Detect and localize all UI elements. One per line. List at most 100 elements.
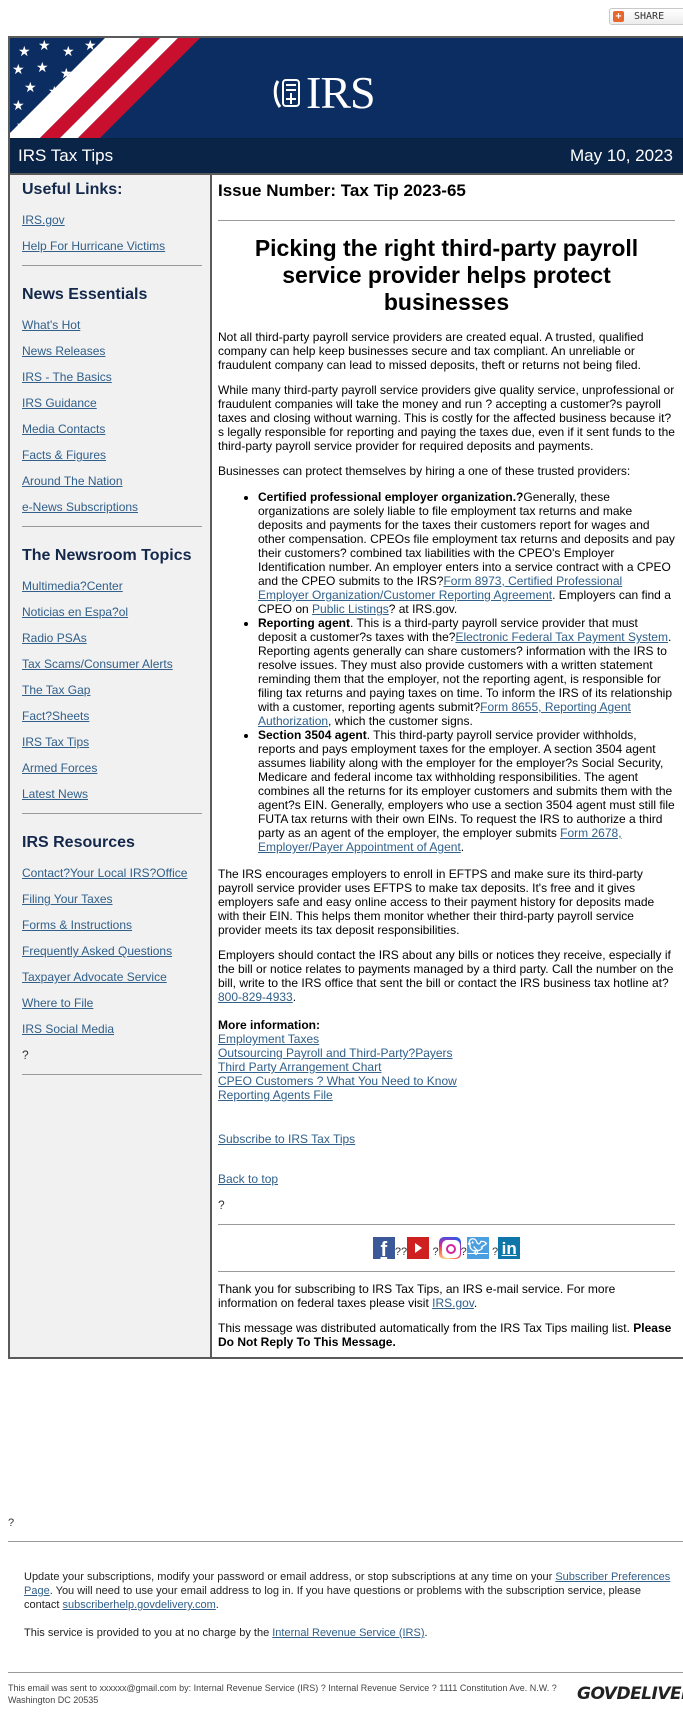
sidebar-link[interactable]: IRS Guidance bbox=[22, 396, 202, 410]
back-to-top-link[interactable]: Back to top bbox=[218, 1172, 278, 1186]
more-info-link[interactable]: CPEO Customers ? What You Need to Know bbox=[218, 1074, 675, 1088]
divider bbox=[8, 1672, 683, 1673]
more-information: More information: Employment Taxes Outso… bbox=[218, 1018, 675, 1102]
irs-link[interactable]: Internal Revenue Service (IRS) bbox=[272, 1627, 424, 1639]
thanks-text: Thank you for subscribing to IRS Tax Tip… bbox=[218, 1282, 616, 1310]
divider bbox=[22, 1074, 202, 1075]
article: Issue Number: Tax Tip 2023-65 Picking th… bbox=[212, 175, 683, 1357]
more-info-link[interactable]: Employment Taxes bbox=[218, 1032, 675, 1046]
article-headline: Picking the right third-party payroll se… bbox=[254, 235, 639, 315]
paragraph-text: This message was distributed automatical… bbox=[218, 1321, 634, 1335]
sidebar-link[interactable]: IRS - The Basics bbox=[22, 370, 202, 384]
svg-text:★: ★ bbox=[36, 60, 49, 76]
paragraph-text: . bbox=[215, 1599, 219, 1611]
more-info-link[interactable]: Reporting Agents File bbox=[218, 1088, 675, 1102]
svg-text:★: ★ bbox=[12, 62, 25, 78]
social-icons: f?? ? ?🐦︎ ? in bbox=[218, 1225, 675, 1271]
subscribe-link[interactable]: Subscribe to IRS Tax Tips bbox=[218, 1132, 355, 1146]
sidebar-link[interactable]: What's Hot bbox=[22, 318, 202, 332]
item-title: Certified professional employer organiza… bbox=[258, 490, 524, 504]
paragraph-text: Employers should contact the IRS about a… bbox=[218, 948, 674, 990]
sidebar-link[interactable]: Radio PSAs bbox=[22, 631, 202, 645]
divider bbox=[218, 220, 675, 221]
svg-text:★: ★ bbox=[84, 38, 97, 54]
item-text: ? at IRS.gov. bbox=[388, 602, 458, 616]
sidebar-link[interactable]: Media Contacts bbox=[22, 422, 202, 436]
sidebar-link[interactable]: Facts & Figures bbox=[22, 448, 202, 462]
separator: ?? bbox=[394, 1246, 408, 1258]
item-title: Section 3504 agent bbox=[258, 728, 367, 742]
paragraph-text: This service is provided to you at no ch… bbox=[24, 1627, 273, 1639]
paragraph-text: Update your subscriptions, modify your p… bbox=[24, 1571, 556, 1583]
sidebar-link[interactable]: IRS.gov bbox=[22, 213, 202, 227]
title-bar: IRS Tax Tips May 10, 2023 bbox=[10, 138, 683, 173]
svg-text:★: ★ bbox=[24, 80, 37, 96]
item-title: Reporting agent bbox=[258, 616, 350, 630]
sidebar-link[interactable]: Filing Your Taxes bbox=[22, 892, 202, 906]
hotline-link[interactable]: 800-829-4933 bbox=[218, 990, 293, 1004]
sidebar-link[interactable]: Multimedia?Center bbox=[22, 579, 202, 593]
paragraph: Not all third-party payroll service prov… bbox=[218, 330, 644, 372]
sidebar-heading-useful-links: Useful Links: bbox=[22, 181, 123, 198]
twitter-icon[interactable]: 🐦︎ bbox=[466, 1237, 489, 1259]
subscription-notice: Update your subscriptions, modify your p… bbox=[24, 1570, 674, 1612]
sidebar-link[interactable]: Around The Nation bbox=[22, 474, 202, 488]
sidebar-link[interactable]: Where to File bbox=[22, 996, 202, 1010]
svg-text:★: ★ bbox=[60, 66, 73, 82]
facebook-icon[interactable]: f bbox=[372, 1237, 395, 1261]
separator: ? bbox=[432, 1246, 439, 1258]
sidebar-link[interactable]: Latest News bbox=[22, 787, 202, 801]
paragraph: The IRS encourages employers to enroll i… bbox=[218, 867, 655, 937]
divider bbox=[22, 265, 202, 266]
sidebar-heading-newsroom-topics: The Newsroom Topics bbox=[22, 547, 192, 564]
youtube-icon[interactable] bbox=[407, 1237, 430, 1259]
sidebar-link[interactable]: Noticias en Espa?ol bbox=[22, 605, 202, 619]
irs-gov-link[interactable]: IRS.gov bbox=[432, 1296, 474, 1310]
svg-text:★: ★ bbox=[16, 118, 29, 134]
public-listings-link[interactable]: Public Listings bbox=[312, 602, 389, 616]
sidebar-link[interactable]: The Tax Gap bbox=[22, 683, 202, 697]
irs-logo-text: IRS bbox=[306, 67, 376, 118]
issue-date: May 10, 2023 bbox=[569, 146, 673, 165]
sidebar-link[interactable]: Help For Hurricane Victims bbox=[22, 239, 202, 253]
share-button[interactable]: + SHARE bbox=[609, 8, 683, 25]
provider-list: Certified professional employer organiza… bbox=[218, 490, 675, 854]
irs-eagle-seal-icon bbox=[273, 79, 300, 108]
item-text: . bbox=[460, 840, 465, 854]
sidebar-link[interactable]: News Releases bbox=[22, 344, 202, 358]
newsletter-title: IRS Tax Tips bbox=[18, 146, 114, 165]
sidebar-link[interactable]: Forms & Instructions bbox=[22, 918, 202, 932]
stray-character: ? bbox=[218, 1198, 225, 1212]
item-text: . This third-party payroll service provi… bbox=[258, 728, 675, 840]
sidebar-link[interactable]: Tax Scams/Consumer Alerts bbox=[22, 657, 202, 671]
sidebar-link[interactable]: Taxpayer Advocate Service bbox=[22, 970, 202, 984]
more-info-link[interactable]: Outsourcing Payroll and Third-Party?Paye… bbox=[218, 1046, 675, 1060]
sidebar-link[interactable]: e-News Subscriptions bbox=[22, 500, 202, 514]
more-info-link[interactable]: Third Party Arrangement Chart bbox=[218, 1060, 675, 1074]
paragraph: Employers should contact the IRS about a… bbox=[218, 948, 674, 1004]
sidebar-link[interactable]: IRS Tax Tips bbox=[22, 735, 202, 749]
sidebar-link[interactable]: Contact?Your Local IRS?Office bbox=[22, 866, 202, 880]
header-banner: ★ ★ ★ ★ ★ ★ ★ ★ ★ ★ ★ ★ IRS bbox=[10, 38, 683, 138]
linkedin-icon[interactable]: in bbox=[498, 1237, 521, 1259]
sidebar-link[interactable]: Armed Forces bbox=[22, 761, 202, 775]
irs-logo: IRS bbox=[272, 67, 376, 118]
distribution-notice: This message was distributed automatical… bbox=[218, 1321, 675, 1349]
svg-text:★: ★ bbox=[62, 44, 75, 60]
sent-to-notice: This email was sent to xxxxxx@gmail.com … bbox=[8, 1683, 557, 1705]
eftps-link[interactable]: Electronic Federal Tax Payment System bbox=[455, 630, 668, 644]
instagram-icon[interactable] bbox=[438, 1237, 461, 1259]
sidebar-link[interactable]: Frequently Asked Questions bbox=[22, 944, 202, 958]
more-information-title: More information: bbox=[218, 1018, 320, 1032]
divider bbox=[218, 1271, 675, 1272]
newsletter-frame: ★ ★ ★ ★ ★ ★ ★ ★ ★ ★ ★ ★ IRS IRS Tax Tips… bbox=[8, 36, 683, 1359]
stray-character: ? bbox=[8, 1517, 15, 1529]
paragraph-text: . bbox=[424, 1627, 428, 1639]
subscriber-help-link[interactable]: subscriberhelp.govdelivery.com bbox=[63, 1599, 216, 1611]
svg-text:★: ★ bbox=[34, 104, 47, 120]
sidebar-heading-news-essentials: News Essentials bbox=[22, 286, 148, 303]
sidebar-link[interactable]: Fact?Sheets bbox=[22, 709, 202, 723]
svg-text:★: ★ bbox=[38, 38, 51, 54]
issue-number: Issue Number: Tax Tip 2023-65 bbox=[218, 181, 466, 200]
sidebar-link[interactable]: IRS Social Media bbox=[22, 1022, 202, 1036]
